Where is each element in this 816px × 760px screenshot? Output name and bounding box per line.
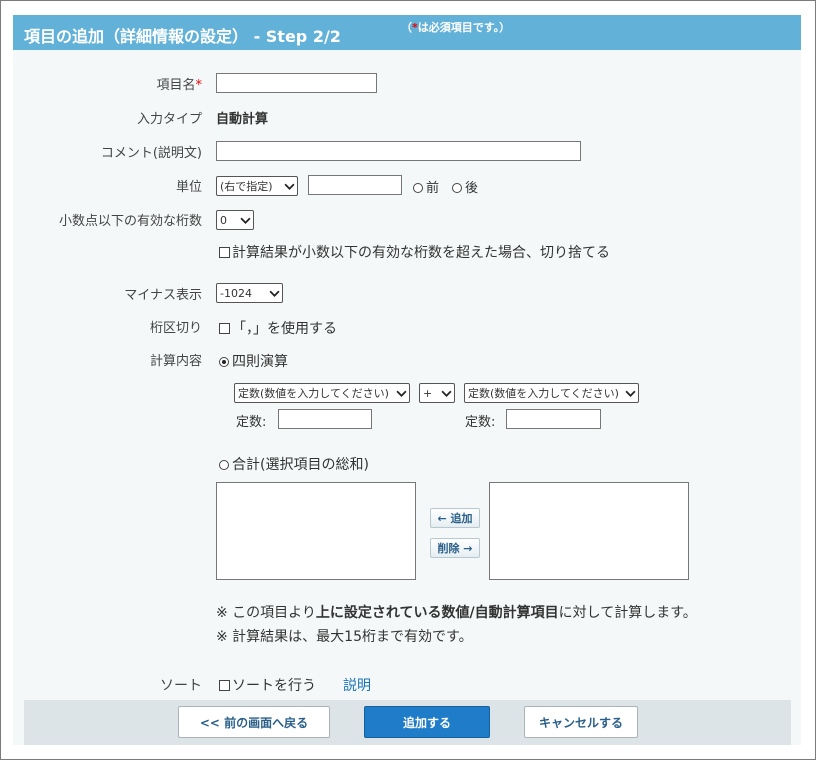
chevron-down-icon	[240, 217, 251, 224]
chevron-down-icon	[269, 290, 280, 297]
chevron-down-icon	[625, 390, 636, 397]
required-note: （*は必須項目です。）	[401, 21, 511, 34]
right-operand-select[interactable]: 定数(数値を入力してください)	[464, 383, 639, 403]
operator-select[interactable]: +	[419, 383, 455, 403]
truncate-checkbox[interactable]: 計算結果が小数以下の有効な桁数を超えた場合、切り捨てる	[219, 242, 610, 262]
input-type-label: 入力タイプ	[136, 112, 202, 127]
comment-label: コメント(説明文)	[100, 146, 202, 161]
negative-select[interactable]: -1024	[216, 283, 283, 303]
const-left-label: 定数:	[236, 415, 267, 430]
sort-label: ソート	[160, 678, 202, 694]
add-item-button[interactable]: ← 追加	[430, 508, 480, 528]
chevron-down-icon	[441, 390, 452, 397]
radio-selected-icon	[219, 357, 229, 367]
const-left-input[interactable]	[278, 409, 372, 429]
checkbox-icon	[219, 680, 230, 691]
back-button[interactable]: << 前の画面へ戻る	[178, 706, 330, 738]
checkbox-icon	[219, 323, 230, 334]
decimals-label: 小数点以下の有効な桁数	[58, 214, 202, 229]
separator-checkbox[interactable]: 「，」を使用する	[219, 318, 337, 338]
radio-icon	[452, 183, 462, 193]
name-label: 項目名*	[156, 78, 202, 93]
sum-radio[interactable]: 合計(選択項目の総和)	[219, 454, 369, 474]
selected-items-listbox[interactable]	[216, 482, 416, 580]
unit-label: 単位	[175, 180, 202, 195]
name-input[interactable]	[216, 73, 377, 93]
arith-radio[interactable]: 四則演算	[219, 351, 288, 371]
unit-position-select[interactable]: (右で指定)	[216, 176, 298, 196]
const-right-label: 定数:	[465, 415, 496, 430]
chevron-down-icon	[284, 183, 295, 190]
separator-label: 桁区切り	[149, 321, 202, 336]
remove-item-button[interactable]: 削除 →	[430, 538, 480, 558]
const-right-input[interactable]	[506, 409, 601, 429]
calc-label: 計算内容	[149, 354, 202, 369]
unit-before-radio[interactable]: 前	[413, 177, 439, 196]
page-title: 項目の追加（詳細情報の設定） - Step 2/2	[24, 27, 341, 46]
sort-help-link[interactable]: 説明	[343, 675, 371, 695]
decimals-select[interactable]: 0	[216, 210, 254, 230]
negative-label: マイナス表示	[124, 288, 202, 303]
left-operand-select[interactable]: 定数(数値を入力してください)	[234, 383, 410, 403]
radio-icon	[219, 460, 229, 470]
add-submit-button[interactable]: 追加する	[364, 706, 490, 738]
sort-checkbox[interactable]: ソートを行う	[219, 675, 316, 695]
page-header: 項目の追加（詳細情報の設定） - Step 2/2 （*は必須項目です。）	[13, 15, 801, 50]
checkbox-icon	[219, 247, 230, 258]
calc-note-2: ※ 計算結果は、最大15桁まで有効です。	[216, 629, 473, 645]
footer-bar: << 前の画面へ戻る 追加する キャンセルする	[24, 700, 791, 745]
unit-input[interactable]	[308, 175, 402, 195]
chevron-down-icon	[396, 390, 407, 397]
unit-after-radio[interactable]: 後	[452, 177, 478, 196]
comment-input[interactable]	[216, 141, 581, 161]
available-items-listbox[interactable]	[489, 482, 689, 580]
radio-icon	[413, 183, 423, 193]
calc-note-1: ※ この項目より上に設定されている数値/自動計算項目に対して計算します。	[216, 605, 697, 621]
cancel-button[interactable]: キャンセルする	[524, 706, 638, 738]
input-type-value: 自動計算	[216, 112, 269, 127]
